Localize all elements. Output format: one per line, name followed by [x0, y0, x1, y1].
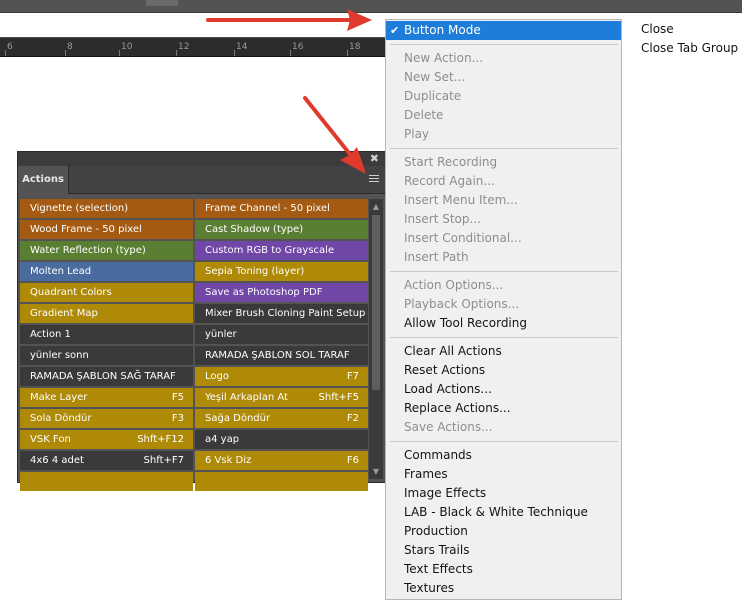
arrow-to-button-mode: [206, 9, 372, 31]
arrow-to-panel-menu-icon: [303, 96, 366, 174]
annotation-arrows: [206, 9, 372, 174]
